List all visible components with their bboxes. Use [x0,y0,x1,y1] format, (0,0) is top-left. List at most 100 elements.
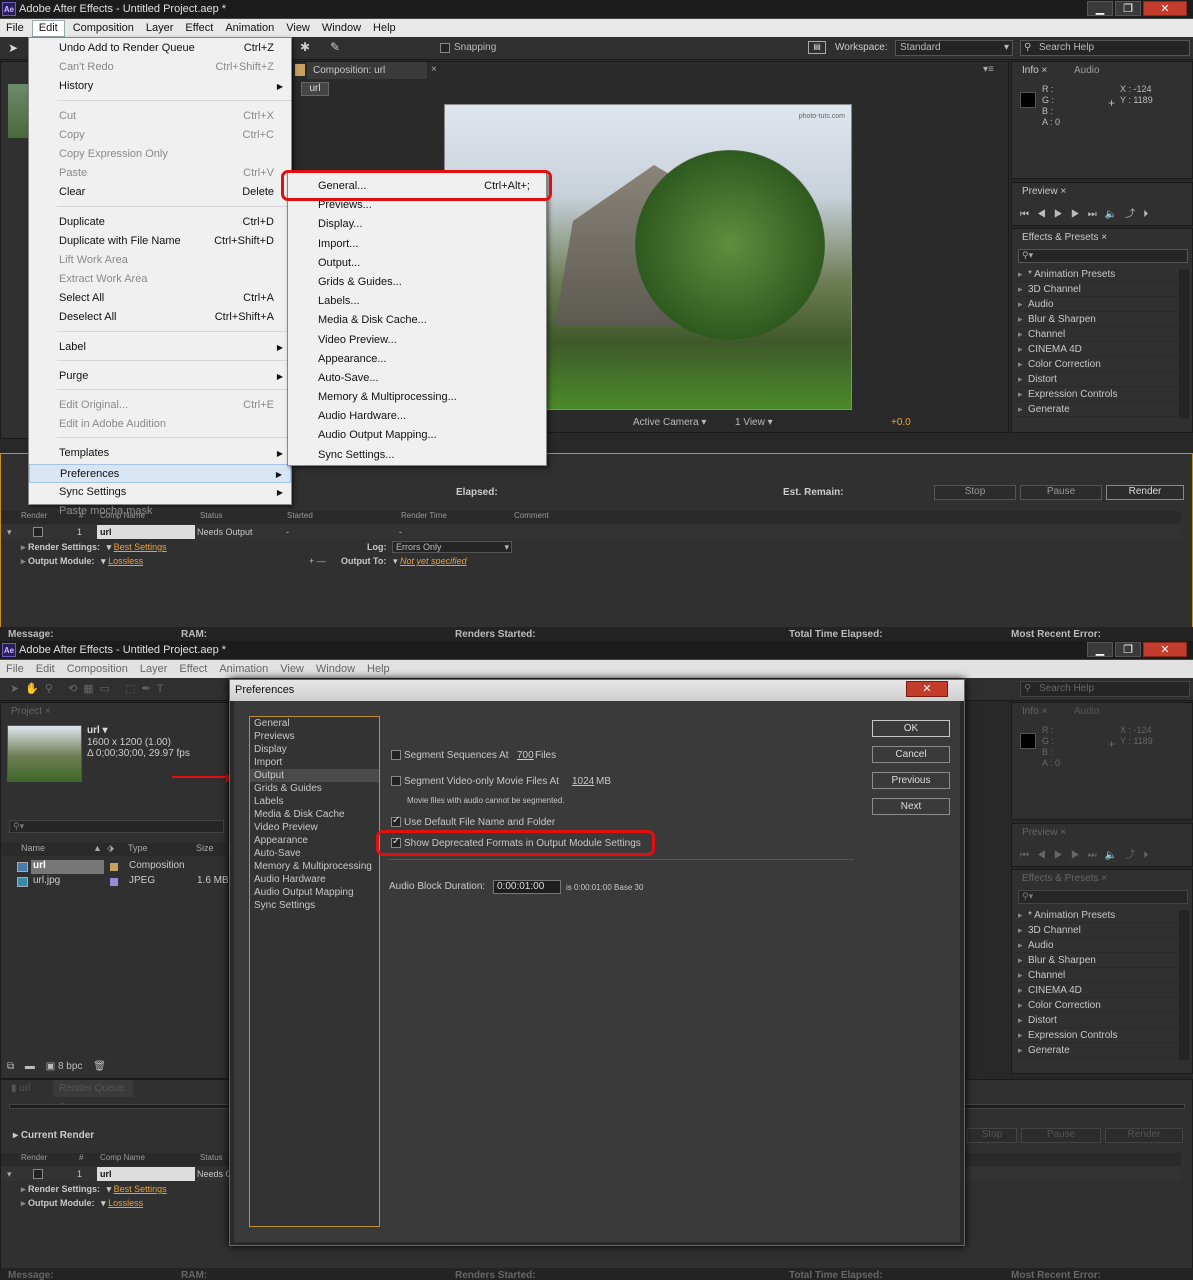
menu-edit[interactable]: Edit [31,19,65,37]
tab-comp-url[interactable]: ▮ url [5,1080,30,1097]
tab-audio[interactable]: Audio [1068,703,1100,720]
tools-icons[interactable]: ➤✋⚲ ⟲▦▭ ⬚✒T [10,682,169,695]
list-item[interactable]: url Composition [1,860,230,875]
render-checkbox[interactable] [33,527,43,537]
sort-up-icon[interactable]: ▲ [93,843,102,853]
table-row[interactable]: ▾ 1 url Needs Output - - [1,525,1181,539]
row-comp-name[interactable]: url [97,525,195,539]
pause-button[interactable]: Pause [1020,485,1102,500]
output-module-link[interactable]: Lossless [108,556,143,566]
preferences-submenu-item[interactable]: Audio Hardware... [288,407,546,426]
workspace-select[interactable]: Standard ▾ [895,40,1013,56]
effects-scrollbar[interactable] [1179,269,1189,419]
preview-controls[interactable]: ⏮◀▶▶⏭🔈⤴⏵ [1020,846,1156,861]
preferences-category-item[interactable]: Display [250,743,379,756]
effects-item[interactable]: Blur & Sharpen [1014,953,1178,968]
segment-video-checkbox[interactable] [391,776,401,786]
preferences-submenu-item[interactable]: Auto-Save... [288,369,546,388]
effects-item[interactable]: CINEMA 4D [1014,983,1178,998]
bit-depth-label[interactable]: 8 bpc [58,1061,82,1072]
menu-effect[interactable]: Effect [173,660,213,678]
stop-button[interactable]: Stop [934,485,1016,500]
effects-item[interactable]: Channel [1014,968,1178,983]
menu-composition[interactable]: Composition [67,19,140,37]
preferences-submenu-item[interactable]: Appearance... [288,350,546,369]
menu-layer[interactable]: Layer [134,660,174,678]
menu-view[interactable]: View [280,19,316,37]
dialog-close-button[interactable]: ✕ [906,681,948,697]
snapping-checkbox[interactable] [440,43,450,53]
active-camera-select[interactable]: Active Camera ▾ [633,417,706,428]
effects-item[interactable]: Audio [1014,297,1178,312]
render-settings-link[interactable]: Best Settings [114,542,167,552]
minimize-button[interactable]: ▁ [1087,1,1113,16]
menu-help[interactable]: Help [367,19,402,37]
preferences-submenu-item[interactable]: Import... [288,235,546,254]
tab-preview[interactable]: Preview × [1016,183,1066,200]
preferences-category-item[interactable]: Appearance [250,834,379,847]
close-button[interactable]: ✕ [1143,642,1187,657]
next-button[interactable]: Next [872,798,950,815]
effects-item[interactable]: Channel [1014,327,1178,342]
preferences-category-item[interactable]: Video Preview [250,821,379,834]
tab-effects-presets[interactable]: Effects & Presets × [1016,870,1107,887]
menu-edit[interactable]: Edit [30,660,61,678]
preferences-category-item[interactable]: Grids & Guides [250,782,379,795]
effects-item[interactable]: Distort [1014,1013,1178,1028]
preferences-submenu-item[interactable]: Display... [288,215,546,234]
menu-window[interactable]: Window [316,19,367,37]
workspace-icon[interactable]: ▤ [808,41,826,54]
preferences-category-item[interactable]: Audio Output Mapping [250,886,379,899]
preferences-submenu-item[interactable]: Labels... [288,292,546,311]
preferences-submenu-item[interactable]: Output... [288,254,546,273]
tab-preview[interactable]: Preview × [1016,824,1066,841]
audio-block-duration-input[interactable]: 0:00:01:00 [493,880,561,894]
menu-animation[interactable]: Animation [219,19,280,37]
edit-menu-item[interactable]: Duplicate Ctrl+D [29,213,291,232]
effects-item[interactable]: Distort [1014,372,1178,387]
log-select[interactable]: Errors Only ▾ [392,541,512,553]
output-to-link[interactable]: Not yet specified [400,556,467,566]
effects-item[interactable]: Generate [1014,402,1178,417]
previous-button[interactable]: Previous [872,772,950,789]
render-button[interactable]: Render [1106,485,1184,500]
panel-menu-icon[interactable]: ▾≡ [983,64,994,75]
project-search-input[interactable]: ⚲▾ [9,820,224,833]
preferences-category-item[interactable]: General [250,717,379,730]
segment-video-value[interactable]: 1024 [572,776,594,787]
menu-view[interactable]: View [274,660,310,678]
edit-menu-item[interactable]: History ▶ [29,77,291,96]
project-item-name[interactable]: url ▾ [87,725,108,736]
edit-menu-item[interactable]: Purge ▶ [29,367,291,386]
edit-menu-item[interactable]: Label ▶ [29,338,291,357]
menu-effect[interactable]: Effect [179,19,219,37]
effects-item[interactable]: CINEMA 4D [1014,342,1178,357]
menu-composition[interactable]: Composition [61,660,134,678]
effects-item[interactable]: 3D Channel [1014,282,1178,297]
close-button[interactable]: ✕ [1143,1,1187,16]
preferences-submenu-item[interactable]: Video Preview... [288,331,546,350]
preferences-category-item[interactable]: Audio Hardware [250,873,379,886]
new-folder-icon[interactable]: ▬ [25,1061,35,1072]
row-comp-name[interactable]: url [97,1167,195,1181]
tab-audio[interactable]: Audio [1068,62,1100,79]
selection-tool-icon[interactable]: ➤ [8,41,22,55]
stop-button[interactable]: Stop [967,1128,1017,1143]
effects-item[interactable]: Audio [1014,938,1178,953]
menu-help[interactable]: Help [361,660,396,678]
preferences-category-item[interactable]: Previews [250,730,379,743]
preferences-submenu-item[interactable]: Media & Disk Cache... [288,311,546,330]
preferences-category-item[interactable]: Media & Disk Cache [250,808,379,821]
preferences-submenu-item[interactable]: Memory & Multiprocessing... [288,388,546,407]
edit-menu-item[interactable]: Select All Ctrl+A [29,289,291,308]
maximize-button[interactable]: ❐ [1115,642,1141,657]
effects-item[interactable]: Color Correction [1014,357,1178,372]
preferences-submenu-item[interactable]: Audio Output Mapping... [288,426,546,445]
edit-menu-item[interactable]: Templates ▶ [29,444,291,463]
search-help-field[interactable]: ⚲ Search Help [1020,40,1190,56]
comp-name-chip[interactable]: url [301,82,329,96]
preferences-category-item[interactable]: Auto-Save [250,847,379,860]
tab-info[interactable]: Info × [1016,703,1047,720]
edit-menu-item[interactable]: Deselect All Ctrl+Shift+A [29,308,291,327]
exposure-value[interactable]: +0.0 [891,417,911,428]
